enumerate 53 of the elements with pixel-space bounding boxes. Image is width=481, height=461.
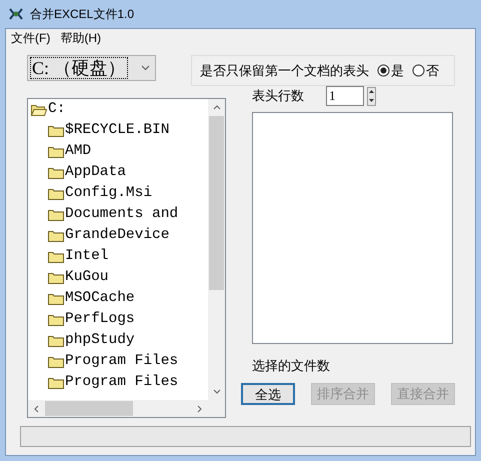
folder-label[interactable]: AppData <box>65 162 126 183</box>
folder-label[interactable]: C: <box>48 99 66 120</box>
header-rows-label: 表头行数 <box>252 87 305 106</box>
folder-icon <box>48 376 64 388</box>
chevron-down-icon <box>141 65 150 71</box>
scroll-right-icon[interactable] <box>197 404 202 412</box>
button[interactable]: 全选 <box>241 382 295 404</box>
folder-icon <box>48 292 64 304</box>
folder-label[interactable]: Intel <box>65 246 109 267</box>
folder-tree[interactable]: C: $RECYCLE.BIN AMD AppData Config.Msi Documents and GrandeDevice Intel KuGou MSOCache PerfLogs phpStudy Program Files Program Files <box>27 98 226 418</box>
folder-icon <box>48 272 64 284</box>
folder-label[interactable]: GrandeDevice <box>65 225 170 246</box>
app-icon <box>8 7 24 21</box>
button: 排序合并 <box>311 382 375 404</box>
folder-label[interactable]: KuGou <box>65 267 109 288</box>
button: 直接合并 <box>391 382 455 404</box>
folder-label[interactable]: AMD <box>65 141 92 162</box>
radio-label[interactable]: 否 <box>426 60 439 80</box>
folder-label[interactable]: Program Files <box>65 372 178 393</box>
radio-button[interactable] <box>377 64 390 77</box>
folder-icon <box>48 208 64 220</box>
window-title: 合并EXCEL文件1.0 <box>30 6 134 23</box>
option-label: 是否只保留第一个文档的表头 <box>200 62 369 80</box>
scroll-up-icon[interactable] <box>212 105 220 110</box>
folder-icon <box>48 250 64 262</box>
folder-icon <box>48 356 64 368</box>
folder-icon <box>48 166 64 178</box>
folder-icon <box>48 314 64 326</box>
menu-item[interactable]: 帮助(H) <box>57 29 104 47</box>
file-count-label: 选择的文件数 <box>252 357 331 375</box>
menu-item[interactable]: 文件(F) <box>8 29 54 47</box>
folder-icon <box>48 334 64 346</box>
folder-label[interactable]: Documents and <box>65 204 178 225</box>
scrollbar-thumb[interactable] <box>45 401 133 416</box>
radio-button[interactable] <box>412 64 425 77</box>
scrollbar-thumb[interactable] <box>209 116 224 290</box>
radio-label[interactable]: 是 <box>391 60 404 80</box>
folder-icon <box>48 230 64 242</box>
folder-label[interactable]: PerfLogs <box>65 309 135 330</box>
folder-label[interactable]: phpStudy <box>65 330 135 351</box>
folder-label[interactable]: Program Files <box>65 351 178 372</box>
open-folder-icon <box>31 104 47 116</box>
folder-label[interactable]: $RECYCLE.BIN <box>65 120 170 141</box>
folder-icon <box>48 188 64 200</box>
scroll-down-icon[interactable] <box>212 389 220 394</box>
folder-icon <box>48 146 64 158</box>
folder-icon <box>48 124 64 136</box>
drive-dropdown[interactable]: C: （硬盘） <box>27 55 156 81</box>
scroll-left-icon[interactable] <box>34 404 39 412</box>
header-rows-field[interactable]: 1 <box>326 86 364 106</box>
folder-label[interactable]: MSOCache <box>65 288 135 309</box>
spin-buttons[interactable] <box>367 86 376 106</box>
folder-label[interactable]: Config.Msi <box>65 183 152 204</box>
